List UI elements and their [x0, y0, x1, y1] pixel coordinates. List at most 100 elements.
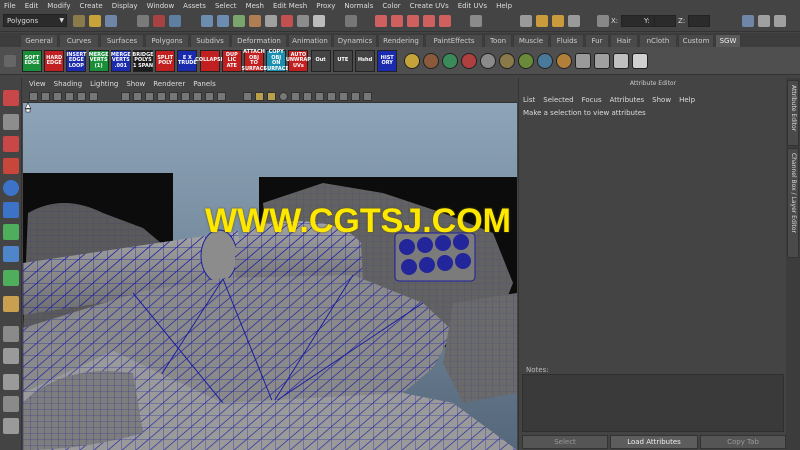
rotate-tool-icon[interactable] — [3, 180, 19, 196]
ipr-render-icon[interactable] — [552, 15, 564, 27]
copy-tab-button[interactable]: Copy Tab — [700, 435, 786, 449]
viewport-menu-view[interactable]: View — [29, 80, 46, 88]
attribute-editor-toggle-icon[interactable] — [758, 15, 770, 27]
shelf-button-15[interactable]: Hshd — [355, 50, 375, 72]
viewport-tool-icon-16[interactable] — [255, 92, 264, 101]
shelf-button-9[interactable]: DUP LIC ATE — [221, 50, 242, 72]
load-attributes-button[interactable]: Load Attributes — [610, 435, 698, 449]
snap-grid-icon[interactable] — [375, 15, 387, 27]
select-by-render-icon[interactable] — [297, 15, 309, 27]
tab-animation[interactable]: Animation — [288, 34, 332, 47]
tab-general[interactable]: General — [20, 34, 58, 47]
select-button[interactable]: Select — [522, 435, 608, 449]
snap-view-plane-icon[interactable] — [423, 15, 435, 27]
viewport-tool-icon-17[interactable] — [267, 92, 276, 101]
new-scene-icon[interactable] — [73, 15, 85, 27]
shelf-button-8[interactable]: COLLAPSE — [195, 50, 224, 72]
viewport-tool-icon-23[interactable] — [339, 92, 348, 101]
viewport-tool-icon-9[interactable] — [157, 92, 166, 101]
four-pane-layout-icon[interactable] — [3, 348, 19, 364]
attribute-menu-show[interactable]: Show — [652, 96, 671, 104]
viewport-tool-icon-22[interactable] — [327, 92, 336, 101]
menu-item-modify[interactable]: Modify — [47, 2, 70, 10]
menu-item-color[interactable]: Color — [382, 2, 400, 10]
tab-sgw[interactable]: SGW — [715, 34, 741, 47]
viewport-tool-icon-15[interactable] — [243, 92, 252, 101]
show-manipulator-icon[interactable] — [3, 270, 19, 286]
menu-item-mesh[interactable]: Mesh — [246, 2, 264, 10]
menu-item-edit[interactable]: Edit — [25, 2, 39, 10]
tab-curves[interactable]: Curves — [59, 34, 99, 47]
shelf-tool-icon-12[interactable] — [632, 53, 648, 69]
viewport-menu-renderer[interactable]: Renderer — [153, 80, 185, 88]
single-pane-layout-icon[interactable] — [3, 326, 19, 342]
viewport-tool-icon-8[interactable] — [145, 92, 154, 101]
viewport-tool-icon-19[interactable] — [291, 92, 300, 101]
render-current-frame-icon[interactable] — [536, 15, 548, 27]
tab-deformation[interactable]: Deformation — [231, 34, 287, 47]
snap-curve-icon[interactable] — [391, 15, 403, 27]
shelf-tool-icon-1[interactable] — [423, 53, 439, 69]
shelf-button-12[interactable]: AUTO UNWRAP UVs — [286, 50, 311, 72]
move-tool-icon[interactable] — [3, 158, 19, 174]
shelf-button-6[interactable]: SPLIT POLY — [155, 50, 176, 72]
viewport-menu-shading[interactable]: Shading — [54, 80, 82, 88]
soft-modification-icon[interactable] — [3, 246, 19, 262]
shelf-tool-icon-5[interactable] — [499, 53, 515, 69]
tab-attribute-editor[interactable]: Attribute Editor — [787, 80, 799, 146]
menu-item-proxy[interactable]: Proxy — [316, 2, 335, 10]
save-scene-icon[interactable] — [105, 15, 117, 27]
make-live-icon[interactable] — [439, 15, 451, 27]
menu-item-normals[interactable]: Normals — [344, 2, 373, 10]
menu-item-edit-mesh[interactable]: Edit Mesh — [273, 2, 307, 10]
viewport-tool-icon-7[interactable] — [133, 92, 142, 101]
menu-set-select[interactable]: Polygons ▼ — [3, 14, 67, 27]
viewport-menu-panels[interactable]: Panels — [193, 80, 216, 88]
select-by-joint-icon[interactable] — [217, 15, 229, 27]
select-by-surface-icon[interactable] — [249, 15, 261, 27]
select-hierarchy-icon[interactable] — [137, 15, 149, 27]
viewport-menu-lighting[interactable]: Lighting — [90, 80, 118, 88]
shelf-button-3[interactable]: MERGE VERTS (1) — [88, 50, 109, 72]
select-tool-icon[interactable] — [3, 90, 19, 106]
shelf-tool-icon-3[interactable] — [461, 53, 477, 69]
shelf-tool-icon-4[interactable] — [480, 53, 496, 69]
persp-graph-layout-icon[interactable] — [3, 418, 19, 434]
z-field[interactable] — [688, 15, 710, 27]
viewport-tool-icon-12[interactable] — [193, 92, 202, 101]
viewport-tool-icon-6[interactable] — [121, 92, 130, 101]
viewport-tool-icon-13[interactable] — [205, 92, 214, 101]
menu-item-select[interactable]: Select — [215, 2, 237, 10]
shelf-tool-icon-9[interactable] — [575, 53, 591, 69]
tab-channel-box[interactable]: Channel Box / Layer Editor — [787, 148, 799, 258]
menu-item-assets[interactable]: Assets — [183, 2, 206, 10]
shelf-button-11[interactable]: COPY OBJ ON SURFACE — [264, 49, 289, 72]
paint-select-tool-icon[interactable] — [3, 136, 19, 152]
viewport-tool-icon-4[interactable] — [77, 92, 86, 101]
tab-fur[interactable]: Fur — [585, 34, 609, 47]
attribute-menu-help[interactable]: Help — [679, 96, 695, 104]
shelf-button-2[interactable]: INSERT EDGE LOOP — [66, 50, 86, 72]
snap-point-icon[interactable] — [407, 15, 419, 27]
menu-item-window[interactable]: Window — [147, 2, 175, 10]
shelf-button-1[interactable]: HARD EDGE — [44, 50, 65, 72]
shelf-button-13[interactable]: Out — [310, 50, 331, 72]
tab-hair[interactable]: Hair — [610, 34, 638, 47]
modeling-toolkit-icon[interactable] — [742, 15, 754, 27]
render-view-icon[interactable] — [520, 15, 532, 27]
tab-rendering[interactable]: Rendering — [378, 34, 424, 47]
lock-selection-icon[interactable] — [345, 15, 357, 27]
tab-subdivs[interactable]: Subdivs — [190, 34, 230, 47]
menu-item-file[interactable]: File — [4, 2, 16, 10]
viewport-tool-icon-21[interactable] — [315, 92, 324, 101]
render-settings-icon[interactable] — [568, 15, 580, 27]
menu-item-help[interactable]: Help — [496, 2, 512, 10]
shelf-tool-icon-8[interactable] — [556, 53, 572, 69]
attribute-menu-list[interactable]: List — [523, 96, 535, 104]
menu-item-create[interactable]: Create — [79, 2, 102, 10]
viewport-tool-icon-18[interactable] — [279, 92, 288, 101]
shelf-tool-icon-2[interactable] — [442, 53, 458, 69]
select-by-deform-icon[interactable] — [265, 15, 277, 27]
viewport-tool-icon-1[interactable] — [41, 92, 50, 101]
tab-dynamics[interactable]: Dynamics — [333, 34, 377, 47]
